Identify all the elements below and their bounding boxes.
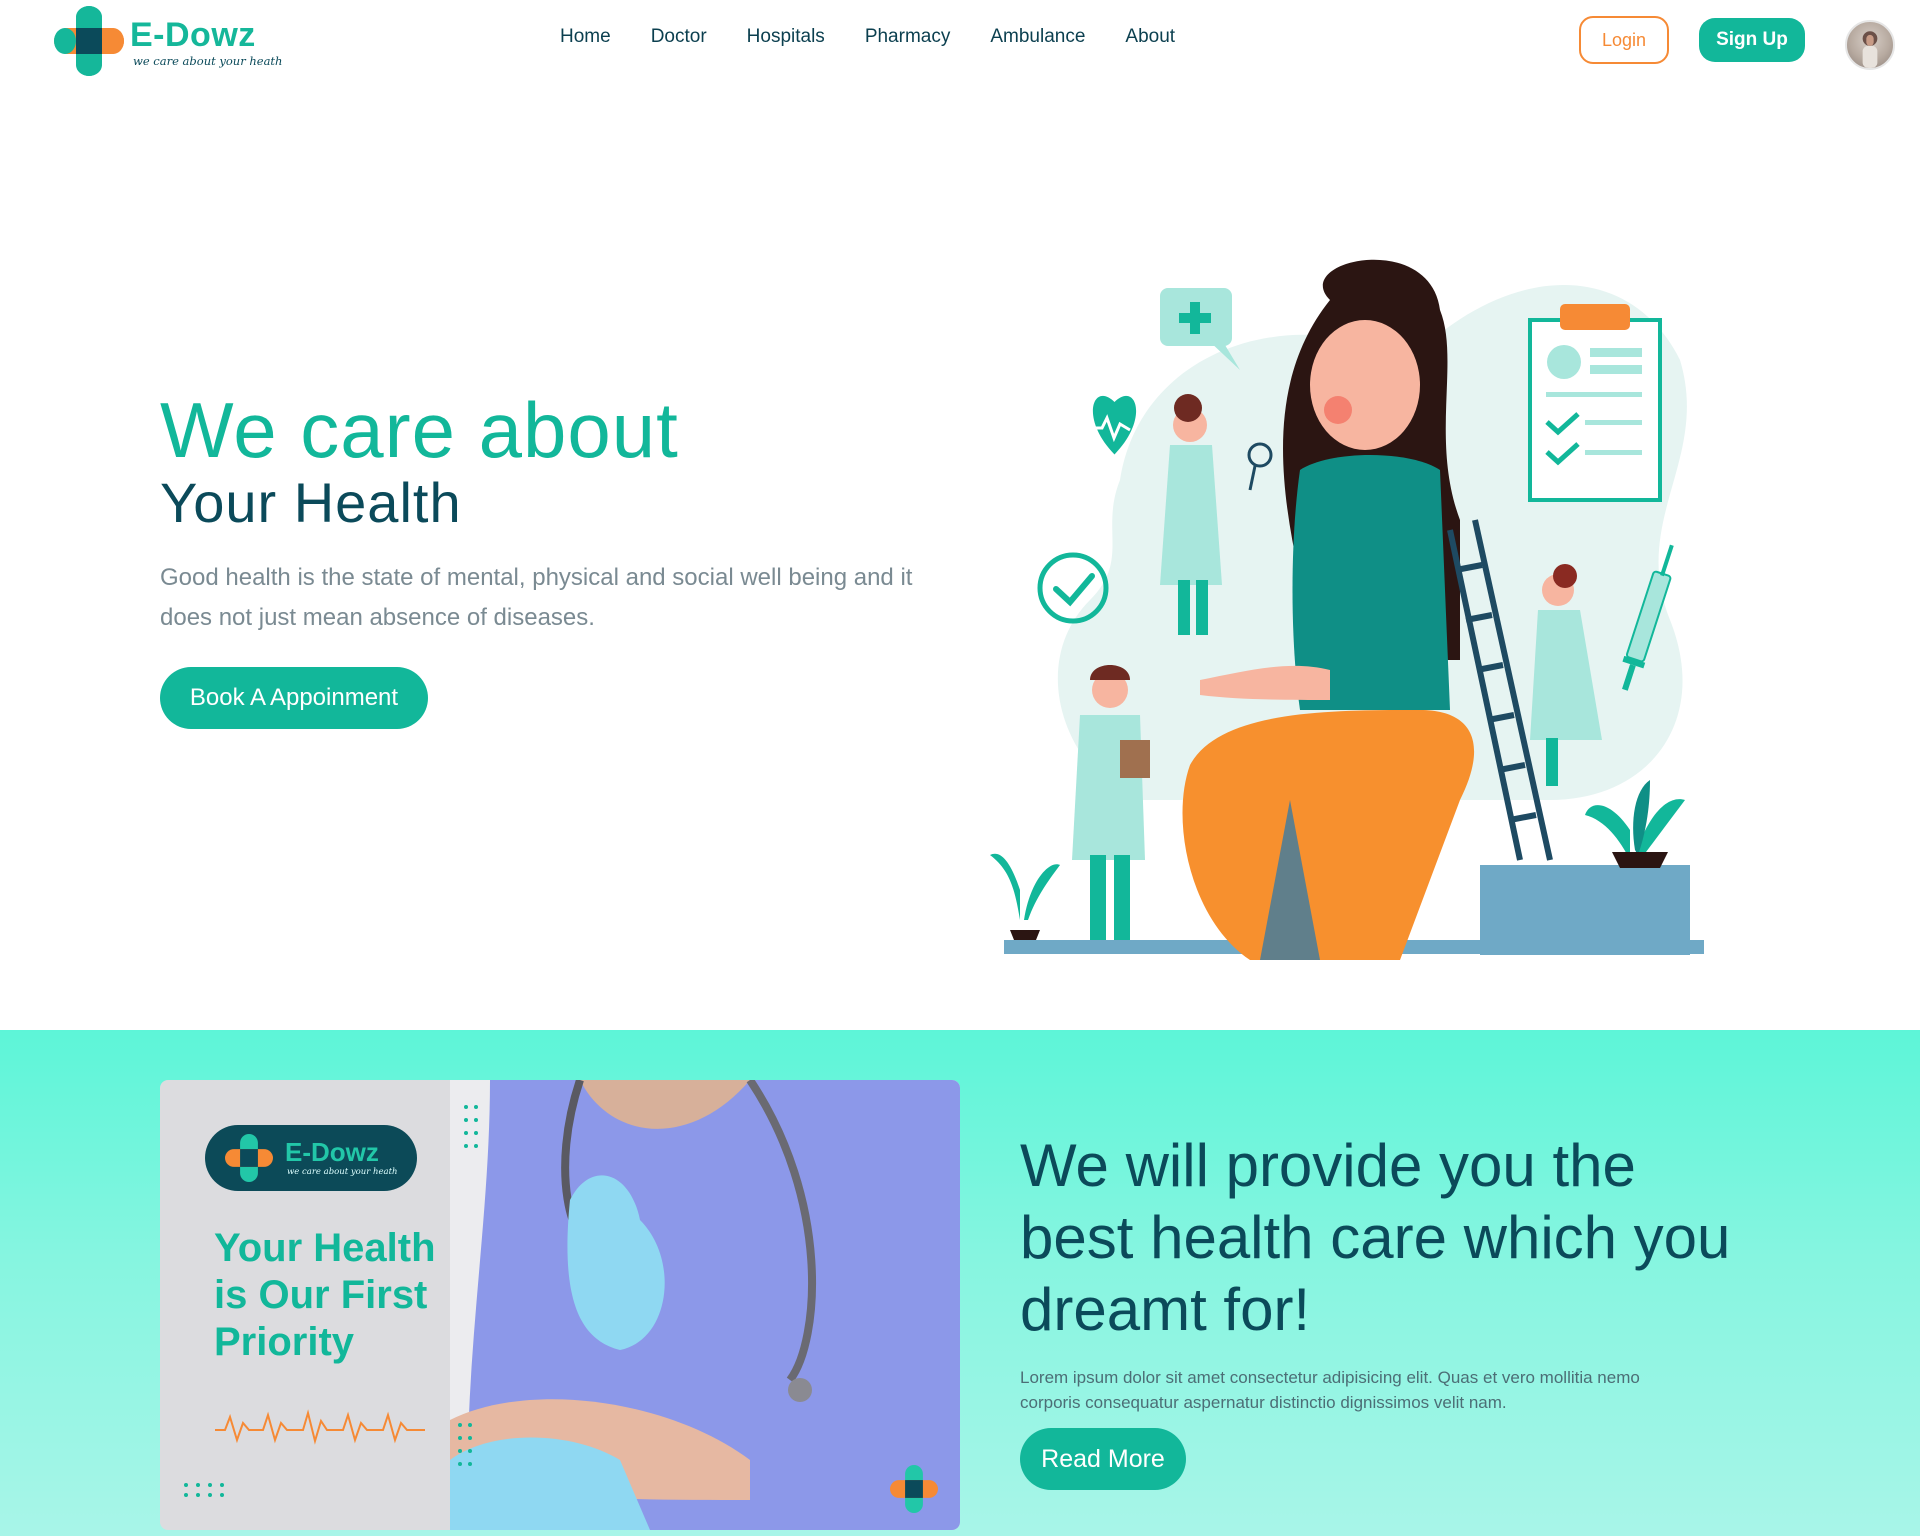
promo-card: E-Dowz we care about your heath Your Hea… [160, 1080, 960, 1530]
user-photo-icon [1862, 31, 1878, 68]
hero-illustration [990, 259, 1704, 960]
nav-home[interactable]: Home [560, 26, 611, 48]
pulse-line-icon [215, 1409, 425, 1445]
checkmark-icon [1037, 552, 1109, 624]
avatar[interactable] [1845, 20, 1895, 70]
promo-brand-name: E-Dowz [285, 1137, 379, 1167]
nav-about[interactable]: About [1125, 26, 1175, 48]
signup-button[interactable]: Sign Up [1699, 18, 1805, 62]
login-button[interactable]: Login [1579, 16, 1669, 64]
nav-hospitals[interactable]: Hospitals [747, 26, 825, 48]
book-appointment-button[interactable]: Book A Appoinment [160, 667, 428, 729]
hero-description: Good health is the state of mental, phys… [160, 564, 913, 631]
plus-bubble-icon [1160, 288, 1240, 370]
hero-title: We care about [160, 386, 679, 474]
nav-pharmacy[interactable]: Pharmacy [865, 26, 951, 48]
navbar: E-Dowz we care about your heath Home Doc… [0, 0, 1920, 82]
nav-doctor[interactable]: Doctor [651, 26, 707, 48]
promo-badge: E-Dowz we care about your heath [205, 1125, 417, 1191]
brand-name: E-Dowz [130, 16, 256, 54]
dot-pattern [184, 1483, 224, 1497]
brand-tagline: we care about your heath [133, 54, 283, 68]
dot-pattern [464, 1105, 478, 1148]
care-section: E-Dowz we care about your heath Your Hea… [0, 1030, 1920, 1536]
brand-logo[interactable]: E-Dowz we care about your heath [54, 6, 294, 76]
promo-brand-tagline: we care about your heath [287, 1167, 398, 1177]
logo-cross-icon [890, 1465, 938, 1513]
dot-pattern [458, 1423, 472, 1466]
section-description: Lorem ipsum dolor sit amet consectetur a… [1020, 1368, 1640, 1412]
step-block [1480, 865, 1690, 955]
logo-cross-icon [54, 6, 124, 76]
logo-cross-icon [225, 1134, 273, 1182]
clipboard-icon [1528, 304, 1662, 502]
hero-subtitle: Your Health [160, 471, 462, 534]
main-nav: Home Doctor Hospitals Pharmacy Ambulance… [560, 26, 1215, 48]
nav-ambulance[interactable]: Ambulance [990, 26, 1085, 48]
section-title: We will provide you the best health care… [1020, 1132, 1731, 1343]
doctor-photo [450, 1080, 960, 1530]
read-more-button[interactable]: Read More [1020, 1428, 1186, 1490]
promo-heading: Your Health is Our First Priority [214, 1226, 436, 1364]
